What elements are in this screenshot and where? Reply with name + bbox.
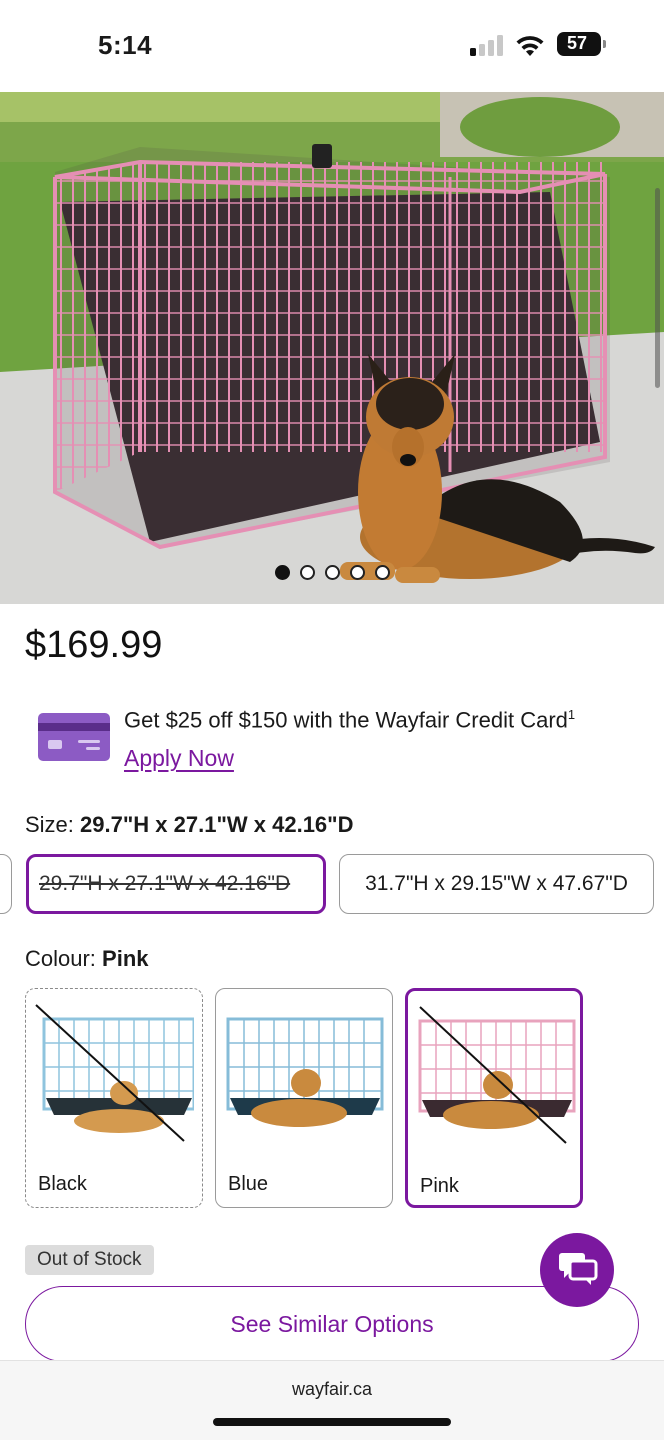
carousel-dots[interactable] (275, 565, 390, 580)
battery-icon: 57 (557, 32, 606, 56)
url-display[interactable]: wayfair.ca (0, 1379, 664, 1400)
size-label-text: Size: (25, 812, 74, 837)
colour-swatch-label: Black (38, 1173, 87, 1195)
crate-thumbnail (226, 1017, 384, 1127)
product-image[interactable] (0, 92, 664, 604)
out-of-stock-badge: Out of Stock (25, 1245, 154, 1275)
credit-card-icon (38, 713, 110, 761)
carousel-dot-4[interactable] (350, 565, 365, 580)
colour-swatch-label: Pink (420, 1175, 459, 1197)
product-photo (0, 92, 664, 604)
size-options: 29.7"H x 27.1"W x 42.16"D 31.7"H x 29.15… (0, 854, 664, 914)
wifi-icon (516, 36, 544, 56)
apply-now-link[interactable]: Apply Now (124, 745, 234, 772)
size-selected-value: 29.7"H x 27.1"W x 42.16"D (80, 812, 354, 837)
colour-label: Colour: Pink (25, 946, 149, 972)
carousel-dot-5[interactable] (375, 565, 390, 580)
status-bar: 5:14 57 (0, 0, 664, 92)
battery-level: 57 (566, 33, 588, 53)
colour-selected-value: Pink (102, 946, 149, 971)
carousel-dot-3[interactable] (325, 565, 340, 580)
credit-card-promo: Get $25 off $150 with the Wayfair Credit… (38, 705, 638, 785)
colour-swatch-black[interactable]: Black (25, 988, 203, 1208)
carousel-dot-2[interactable] (300, 565, 315, 580)
status-time: 5:14 (98, 30, 153, 60)
crate-thumbnail (35, 1004, 194, 1142)
image-scrollbar[interactable] (655, 188, 660, 388)
size-option-previous[interactable] (0, 854, 12, 914)
carousel-dot-1[interactable] (275, 565, 290, 580)
size-label: Size: 29.7"H x 27.1"W x 42.16"D (25, 812, 354, 838)
colour-swatch-label: Blue (228, 1173, 269, 1195)
cellular-signal-icon (470, 34, 506, 56)
colour-swatch-pink[interactable]: Pink (405, 988, 583, 1208)
chat-icon (559, 1253, 598, 1285)
chat-button[interactable] (540, 1233, 614, 1307)
size-option-alt[interactable]: 31.7"H x 29.15"W x 47.67"D (339, 854, 654, 914)
size-option-selected[interactable]: 29.7"H x 27.1"W x 42.16"D (26, 854, 326, 914)
promo-text-main: Get $25 off $150 with the Wayfair Credit… (124, 707, 568, 733)
home-indicator[interactable] (213, 1418, 451, 1426)
product-price: $169.99 (25, 624, 163, 666)
browser-bottom-bar: wayfair.ca (0, 1360, 664, 1440)
colour-label-text: Colour: (25, 946, 96, 971)
crate-thumbnail (418, 1006, 576, 1144)
promo-text: Get $25 off $150 with the Wayfair Credit… (124, 707, 575, 733)
promo-footnote: 1 (567, 707, 576, 722)
colour-swatch-blue[interactable]: Blue (215, 988, 393, 1208)
